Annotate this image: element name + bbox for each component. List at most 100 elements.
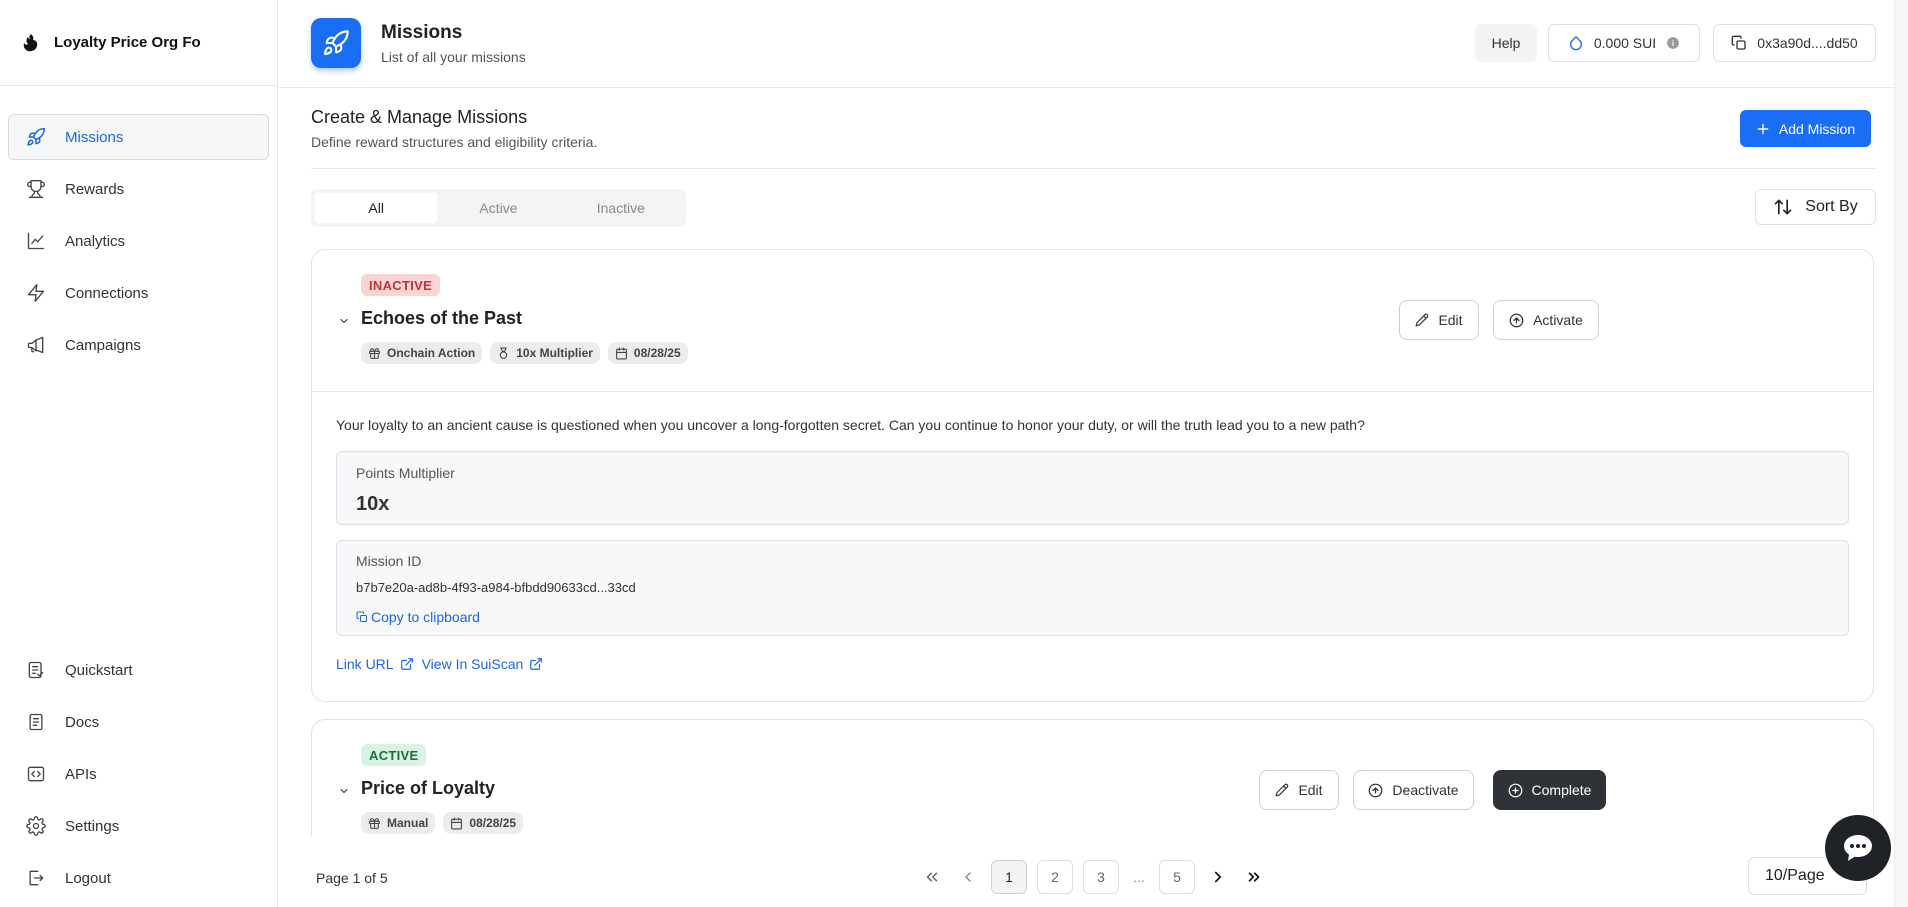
copy-to-clipboard-link[interactable]: Copy to clipboard xyxy=(356,609,480,625)
prev-page-button[interactable] xyxy=(955,860,981,894)
card-separator xyxy=(312,391,1873,392)
brand-name: Loyalty Price Org Fo xyxy=(54,34,201,51)
external-link-icon xyxy=(529,657,543,671)
edit-label: Edit xyxy=(1438,312,1463,328)
pager: 1 2 3 ... 5 xyxy=(919,860,1267,894)
brand-logo-icon xyxy=(22,33,40,53)
sort-by-button[interactable]: Sort By xyxy=(1755,189,1876,225)
rocket-icon xyxy=(25,126,47,148)
sidebar-item-analytics[interactable]: Analytics xyxy=(8,218,269,264)
chevron-down-icon[interactable] xyxy=(338,785,350,797)
tag-action-type: Manual xyxy=(361,812,436,834)
external-link-icon xyxy=(400,657,414,671)
chevron-right-icon xyxy=(1214,871,1222,883)
page-button-1[interactable]: 1 xyxy=(991,860,1027,894)
mission-card-header[interactable]: INACTIVE Echoes of the Past Onchain Acti… xyxy=(312,250,1873,391)
tag-label: 08/28/25 xyxy=(633,346,681,360)
mission-card-header[interactable]: ACTIVE Price of Loyalty Manual 08/28/25 xyxy=(312,720,1873,838)
add-mission-label: Add Mission xyxy=(1778,120,1856,137)
status-badge: ACTIVE xyxy=(361,744,427,766)
help-button[interactable]: Help xyxy=(1475,24,1537,62)
circle-arrow-up-icon xyxy=(1368,783,1383,798)
chat-widget-button[interactable] xyxy=(1825,815,1891,881)
chevron-down-icon[interactable] xyxy=(338,315,350,327)
add-mission-button[interactable]: Add Mission xyxy=(1740,110,1871,147)
sidebar-item-docs[interactable]: Docs xyxy=(8,699,269,745)
medal-icon xyxy=(497,347,510,360)
mission-card: ACTIVE Price of Loyalty Manual 08/28/25 xyxy=(311,719,1874,839)
view-in-suiscan-link[interactable]: View In SuiScan xyxy=(422,656,544,672)
code-icon xyxy=(25,763,47,785)
tag-label: Onchain Action xyxy=(387,346,476,360)
link-url[interactable]: Link URL xyxy=(336,656,414,672)
first-page-button[interactable] xyxy=(919,860,945,894)
sidebar-item-settings[interactable]: Settings xyxy=(8,803,269,849)
sidebar-item-apis[interactable]: APIs xyxy=(8,751,269,797)
tag-date: 08/28/25 xyxy=(607,342,688,364)
sidebar-bottom-nav: Quickstart Docs APIs Settings Logout xyxy=(0,647,277,907)
edit-button[interactable]: Edit xyxy=(1399,300,1479,340)
main-content: Create & Manage Missions Define reward s… xyxy=(279,89,1908,907)
sidebar-item-rewards[interactable]: Rewards xyxy=(8,166,269,212)
chart-line-icon xyxy=(25,230,47,252)
megaphone-icon xyxy=(25,334,47,356)
sidebar-item-label: Settings xyxy=(65,817,120,835)
points-multiplier-box: Points Multiplier 10x xyxy=(336,451,1849,525)
activate-button[interactable]: Activate xyxy=(1493,300,1599,340)
tab-active[interactable]: Active xyxy=(437,193,559,223)
wallet-address-button[interactable]: 0x3a90d....dd50 xyxy=(1713,24,1876,62)
document-icon xyxy=(25,711,47,733)
copy-label: Copy to clipboard xyxy=(371,609,480,625)
sidebar-item-label: Quickstart xyxy=(65,661,133,679)
brand[interactable]: Loyalty Price Org Fo xyxy=(0,0,277,86)
page-button-5[interactable]: 5 xyxy=(1159,860,1195,894)
sidebar-item-connections[interactable]: Connections xyxy=(8,270,269,316)
mission-tags: Manual 08/28/25 xyxy=(361,812,524,834)
points-multiplier-label: Points Multiplier xyxy=(356,465,455,481)
sidebar-item-quickstart[interactable]: Quickstart xyxy=(8,647,269,693)
tab-all[interactable]: All xyxy=(315,193,438,223)
tag-label: 08/28/25 xyxy=(469,816,517,830)
edit-button[interactable]: Edit xyxy=(1259,770,1339,810)
sidebar-item-label: Missions xyxy=(65,128,124,146)
sidebar-item-label: Logout xyxy=(65,869,111,887)
tag-action-type: Onchain Action xyxy=(361,342,483,364)
sui-balance-button[interactable]: 0.000 SUI xyxy=(1548,24,1700,62)
sidebar-item-label: Connections xyxy=(65,284,149,302)
mission-title: Echoes of the Past xyxy=(361,308,523,328)
sidebar-item-missions[interactable]: Missions xyxy=(8,114,269,160)
circle-plus-icon xyxy=(1508,783,1523,798)
deactivate-button[interactable]: Deactivate xyxy=(1353,770,1474,810)
help-label: Help xyxy=(1491,35,1521,51)
mission-id-label: Mission ID xyxy=(356,553,422,569)
mission-title: Price of Loyalty xyxy=(361,778,496,798)
checklist-icon xyxy=(25,659,47,681)
mission-description: Your loyalty to an ancient cause is ques… xyxy=(336,417,1365,433)
sort-arrows-icon xyxy=(1773,197,1793,217)
tab-inactive[interactable]: Inactive xyxy=(560,193,682,223)
missions-logo-icon xyxy=(311,18,361,68)
deactivate-label: Deactivate xyxy=(1392,782,1459,798)
complete-button[interactable]: Complete xyxy=(1493,770,1606,810)
points-multiplier-value: 10x xyxy=(356,493,390,515)
mission-tags: Onchain Action 10x Multiplier 08/28/25 xyxy=(361,342,688,364)
next-page-button[interactable] xyxy=(1205,860,1231,894)
page-button-3[interactable]: 3 xyxy=(1083,860,1119,894)
per-page-value: 10/Page xyxy=(1765,867,1825,884)
mission-links: Link URL View In SuiScan xyxy=(336,656,543,672)
section-title: Create & Manage Missions xyxy=(311,107,528,127)
page-scrollbar[interactable] xyxy=(1894,0,1908,907)
tag-multiplier: 10x Multiplier xyxy=(490,342,600,364)
sidebar-item-label: Rewards xyxy=(65,180,125,198)
sidebar: Loyalty Price Org Fo Missions Rewards An… xyxy=(0,0,278,907)
page-button-2[interactable]: 2 xyxy=(1037,860,1073,894)
trophy-icon xyxy=(25,178,47,200)
calendar-icon xyxy=(615,347,628,360)
gift-icon xyxy=(368,347,381,360)
last-page-button[interactable] xyxy=(1241,860,1267,894)
tag-label: Manual xyxy=(387,816,429,830)
sidebar-item-campaigns[interactable]: Campaigns xyxy=(8,322,269,368)
pencil-icon xyxy=(1275,783,1289,797)
sidebar-item-logout[interactable]: Logout xyxy=(8,855,269,901)
divider xyxy=(311,168,1876,169)
